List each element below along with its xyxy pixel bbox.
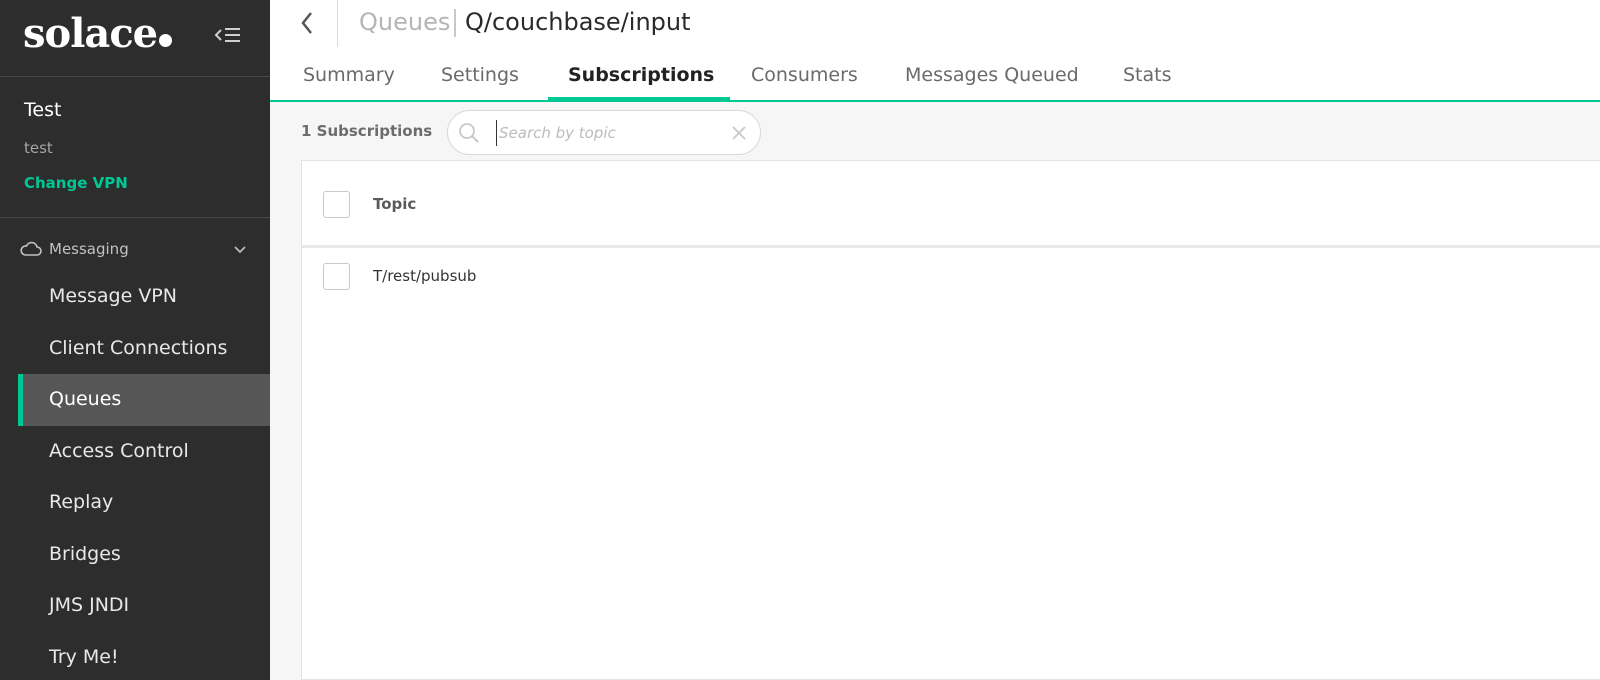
sidebar-nav: Message VPN Client Connections Queues Ac… <box>0 271 270 680</box>
clear-search-icon[interactable] <box>730 124 748 142</box>
tab-stats[interactable]: Stats <box>1123 64 1172 86</box>
sidebar-item-access-control[interactable]: Access Control <box>0 426 270 478</box>
header-divider <box>337 0 338 47</box>
main-content: Queues Q/couchbase/input Summary Setting… <box>270 0 1600 680</box>
sidebar-item-queues[interactable]: Queues <box>18 374 270 426</box>
back-button[interactable] <box>294 8 324 38</box>
column-header-topic[interactable]: Topic <box>373 195 416 213</box>
sidebar-item-replay[interactable]: Replay <box>0 477 270 529</box>
subscriptions-toolbar: 1 Subscriptions <box>270 104 1600 158</box>
page-title: Q/couchbase/input <box>465 8 691 36</box>
tab-summary[interactable]: Summary <box>303 64 395 86</box>
sidebar-item-try-me[interactable]: Try Me! <box>0 632 270 680</box>
tab-subscriptions[interactable]: Subscriptions <box>568 64 714 86</box>
chevron-down-icon <box>234 246 246 254</box>
collapse-sidebar-icon[interactable] <box>214 24 242 46</box>
sidebar-header: solace <box>0 0 270 77</box>
sidebar: solace Test test Change VPN Messaging Me… <box>0 0 270 680</box>
page-header: Queues Q/couchbase/input Summary Setting… <box>270 0 1600 102</box>
breadcrumb-separator <box>454 9 456 37</box>
tab-settings[interactable]: Settings <box>441 64 519 86</box>
table-row[interactable]: T/rest/pubsub <box>302 248 1600 304</box>
tab-messages-queued[interactable]: Messages Queued <box>905 64 1079 86</box>
subscriptions-table: Topic T/rest/pubsub <box>301 160 1600 680</box>
vpn-id: test <box>24 139 53 157</box>
messaging-section-label: Messaging <box>49 240 129 258</box>
logo-text: solace <box>23 10 158 57</box>
vpn-name: Test <box>24 99 62 121</box>
sidebar-item-jms-jndi[interactable]: JMS JNDI <box>0 580 270 632</box>
topic-cell: T/rest/pubsub <box>373 267 477 285</box>
change-vpn-link[interactable]: Change VPN <box>24 174 128 192</box>
sidebar-item-client-connections[interactable]: Client Connections <box>0 323 270 375</box>
cloud-icon <box>20 241 42 256</box>
back-arrow-icon <box>301 12 312 34</box>
solace-logo[interactable]: solace <box>23 10 173 57</box>
active-tab-indicator <box>548 97 730 100</box>
logo-dot <box>159 34 173 47</box>
messaging-section-toggle[interactable]: Messaging <box>0 232 270 268</box>
vpn-info: Test test Change VPN <box>0 77 270 218</box>
search-input[interactable] <box>496 120 724 146</box>
sidebar-item-message-vpn[interactable]: Message VPN <box>0 271 270 323</box>
row-checkbox[interactable] <box>323 263 350 290</box>
table-header: Topic <box>302 161 1600 248</box>
tab-consumers[interactable]: Consumers <box>751 64 858 86</box>
search-icon <box>459 123 479 143</box>
breadcrumb-queues-link[interactable]: Queues <box>359 8 450 36</box>
subscription-count: 1 Subscriptions <box>301 122 433 140</box>
select-all-checkbox[interactable] <box>323 191 350 218</box>
search-box <box>447 110 761 155</box>
sidebar-item-bridges[interactable]: Bridges <box>0 529 270 581</box>
